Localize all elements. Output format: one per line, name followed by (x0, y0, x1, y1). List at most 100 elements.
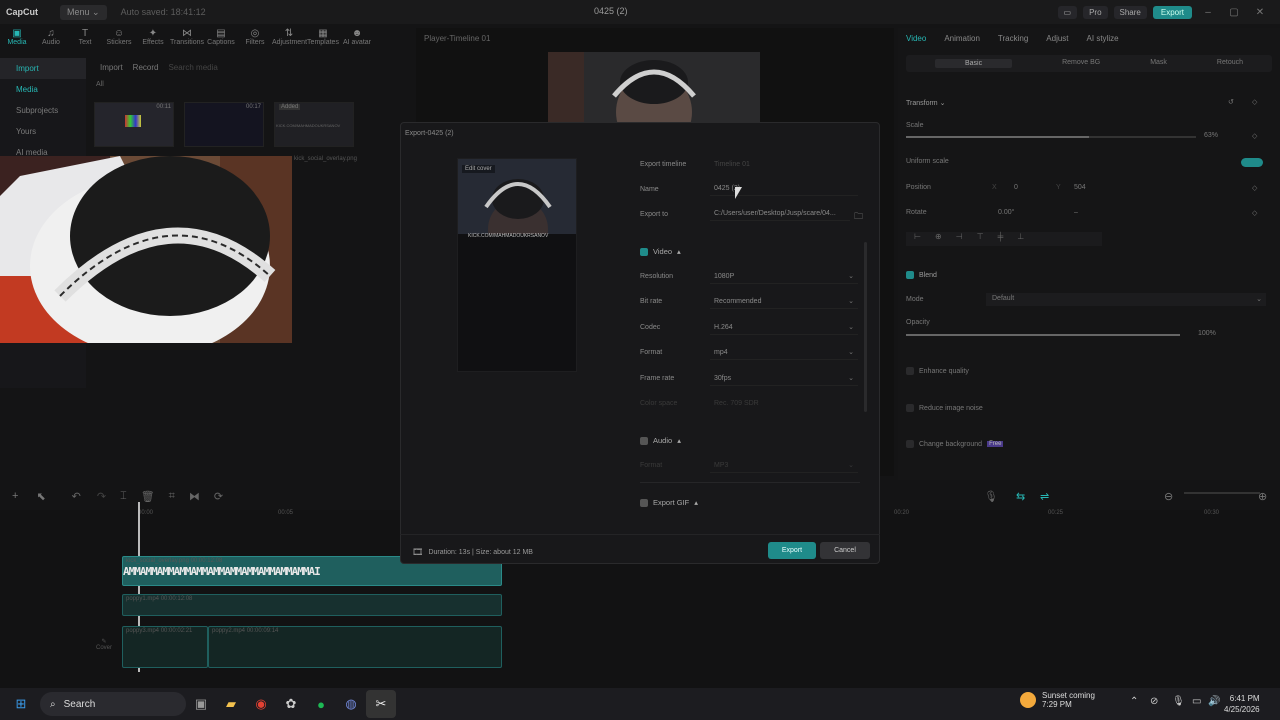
keyframe-icon[interactable]: ◇ (1252, 98, 1257, 106)
dialog-scrollbar[interactable] (864, 242, 867, 412)
capcut-icon[interactable]: ✂ (366, 690, 396, 718)
change-bg-checkbox[interactable] (906, 440, 914, 448)
toolbar-transitions[interactable]: ⋈ Transitions (170, 24, 204, 52)
export-button[interactable]: Export (768, 542, 816, 559)
app-icon[interactable]: ✿ (276, 690, 306, 718)
toolbar-stickers[interactable]: ☺ Stickers (102, 24, 136, 52)
gif-checkbox[interactable] (640, 498, 648, 507)
toolbar-templates[interactable]: ▦ Templates (306, 24, 340, 52)
resolution-select[interactable]: 1080P ⌄ (710, 270, 858, 284)
keyframe-icon[interactable]: ◇ (1252, 184, 1257, 192)
mic-tray-icon[interactable]: 🎙 (1172, 696, 1185, 707)
export-to-input[interactable]: C:/Users/user/Desktop/Jusp/scare/04... (710, 207, 850, 221)
uniform-scale-toggle[interactable] (1241, 158, 1263, 167)
tab-ai-stylize[interactable]: AI stylize (1087, 34, 1119, 43)
audio-section[interactable]: Audio ▴ (640, 436, 681, 445)
maximize-icon[interactable]: ▢ (1224, 7, 1244, 18)
zoom-slider[interactable] (1184, 492, 1260, 494)
folder-icon[interactable]: 🗀 (854, 209, 863, 225)
keyframe-icon[interactable]: ◇ (1252, 209, 1257, 217)
align-right-icon[interactable]: ⊣ (956, 232, 963, 246)
select-tool-icon[interactable]: ⬉ (36, 490, 45, 503)
tab-tracking[interactable]: Tracking (998, 34, 1028, 43)
spotify-icon[interactable]: ● (306, 690, 336, 718)
align-left-icon[interactable]: ⊢ (914, 232, 921, 246)
align-toolbar[interactable]: ⊢ ⊕ ⊣ ⊤ ╪ ⊥ (906, 232, 1102, 246)
filter-all[interactable]: All (88, 77, 410, 92)
video-section[interactable]: Video ▴ (640, 247, 681, 256)
split-icon[interactable]: ⌶ (120, 490, 127, 503)
enhance-quality-row[interactable]: Enhance quality (906, 367, 969, 375)
zoom-in-icon[interactable]: ⊕ (1258, 490, 1267, 503)
name-input[interactable]: 0425 (2) (710, 182, 858, 196)
scale-value[interactable]: 63% (1204, 132, 1218, 139)
audio-format-select[interactable]: MP3 ⌄ (710, 459, 858, 473)
edit-cover-button[interactable]: Edit cover (462, 165, 495, 173)
tab-animation[interactable]: Animation (944, 34, 980, 43)
opacity-slider[interactable] (906, 334, 1180, 336)
cover-button[interactable]: ✎ Cover (90, 638, 118, 666)
toolbar-adjustment[interactable]: ⇅ Adjustment (272, 24, 307, 52)
menu-button[interactable]: Menu ⌄ (60, 4, 107, 20)
add-track-icon[interactable]: + (12, 490, 18, 502)
sidebar-item-import[interactable]: Import (0, 58, 86, 79)
keyframe-icon[interactable]: ◇ (1252, 132, 1257, 140)
cover-preview[interactable]: Edit cover KICK.COM/MAHMADOUKRSANOV (457, 158, 577, 372)
pos-x-input[interactable]: 0 (1014, 184, 1018, 191)
chrome-icon[interactable]: ◉ (246, 690, 276, 718)
zoom-out-icon[interactable]: ⊖ (1164, 490, 1173, 503)
transform-section[interactable]: Transform ⌄ (906, 99, 945, 107)
rotate-input[interactable]: 0.00° (998, 209, 1014, 216)
align-center-icon[interactable]: ⊕ (935, 232, 942, 246)
toolbar-effects[interactable]: ✦ Effects (136, 24, 170, 52)
video-clip-1[interactable]: poppy1.mp4 00:00:12:08 (122, 594, 502, 616)
media-thumb-2[interactable]: 00:17 (184, 102, 264, 147)
mirror-icon[interactable]: ⧓ (189, 490, 200, 503)
codec-select[interactable]: H.264 ⌄ (710, 321, 858, 335)
enhance-checkbox[interactable] (906, 367, 914, 375)
blend-checkbox[interactable] (906, 271, 914, 279)
media-thumb-1[interactable]: 00:11 (94, 102, 174, 147)
search-media-input[interactable]: Search media (168, 63, 217, 72)
change-background-row[interactable]: Change background Free (906, 440, 1004, 448)
delete-icon[interactable]: 🗑 (141, 490, 155, 503)
pos-y-input[interactable]: 504 (1074, 184, 1086, 191)
redo-icon[interactable]: ↷ (97, 490, 106, 503)
sidebar-item-media[interactable]: Media (0, 79, 86, 100)
toolbar-text[interactable]: T Text (68, 24, 102, 52)
subtab-mask[interactable]: Mask (1150, 59, 1167, 68)
toolbar-media[interactable]: ▣ Media (0, 24, 34, 52)
undo-icon[interactable]: ↶ (72, 490, 81, 503)
align-top-icon[interactable]: ⊤ (977, 232, 984, 246)
subtab-retouch[interactable]: Retouch (1217, 59, 1243, 68)
top-export-button[interactable]: Export (1152, 5, 1192, 19)
noise-checkbox[interactable] (906, 404, 914, 412)
file-explorer-icon[interactable]: ▰ (216, 690, 246, 718)
start-icon[interactable]: ⊞ (6, 690, 36, 718)
record-button[interactable]: Record (133, 63, 159, 72)
align-bottom-icon[interactable]: ⊥ (1017, 232, 1024, 246)
crop-icon[interactable]: ⌗ (169, 490, 175, 503)
mode-select[interactable]: Default ⌄ (986, 293, 1266, 306)
bitrate-select[interactable]: Recommended ⌄ (710, 295, 858, 309)
rotate-tool-icon[interactable]: ⟳ (214, 490, 223, 503)
sidebar-item-yours[interactable]: Yours (0, 121, 86, 142)
tab-adjust[interactable]: Adjust (1046, 34, 1068, 43)
sidebar-item-subprojects[interactable]: Subprojects (0, 100, 86, 121)
blend-section[interactable]: Blend (906, 271, 937, 279)
reset-icon[interactable]: ↺ (1228, 98, 1234, 106)
link-icon[interactable]: ⇆ (1016, 490, 1025, 503)
display-icon[interactable]: ▭ (1192, 696, 1201, 707)
audio-checkbox[interactable] (640, 436, 648, 445)
taskbar-search[interactable]: ⌕ Search (40, 692, 186, 716)
opacity-value[interactable]: 100% (1198, 330, 1216, 337)
weather-widget[interactable]: Sunset coming 7:29 PM (1020, 691, 1095, 709)
format-select[interactable]: mp4 ⌄ (710, 346, 858, 360)
align-middle-icon[interactable]: ╪ (998, 232, 1004, 246)
chevron-up-icon[interactable]: ⌃ (1130, 696, 1138, 707)
media-thumb-3[interactable]: Added KICK.COM/MAHMADOUKRSANOV (274, 102, 354, 147)
cancel-button[interactable]: Cancel (820, 542, 870, 559)
tab-video[interactable]: Video (906, 34, 926, 43)
mic-icon[interactable]: 🎙 (984, 490, 998, 503)
volume-icon[interactable]: 🔊 (1208, 696, 1220, 707)
